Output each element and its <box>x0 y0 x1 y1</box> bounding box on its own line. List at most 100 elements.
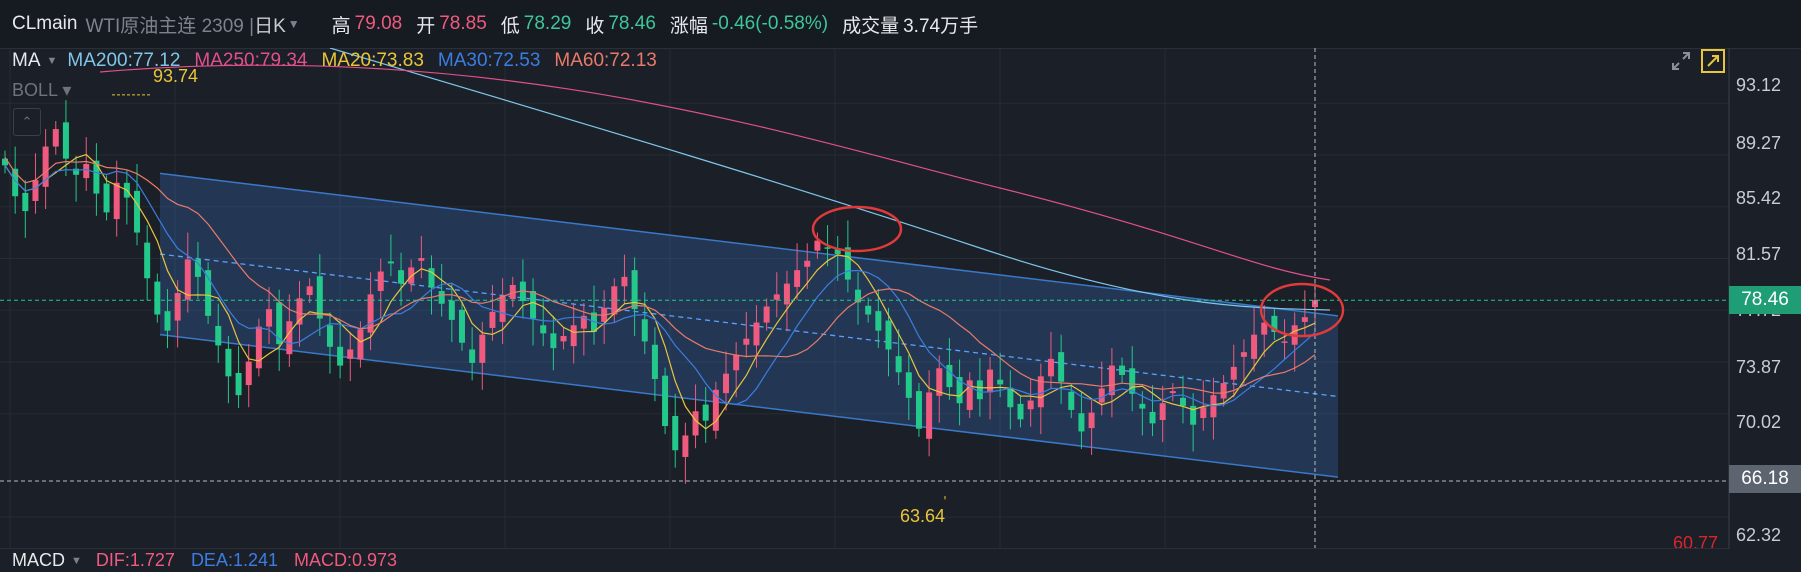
candle-body <box>844 247 851 280</box>
period-high-label: 93.74 <box>153 66 199 86</box>
price-tick: 81.57 <box>1736 244 1782 264</box>
candle-body <box>1220 383 1227 399</box>
candle-body <box>154 281 161 315</box>
price-tick: 62.32 <box>1736 525 1782 545</box>
low-value: 78.29 <box>523 13 572 34</box>
candle-body <box>1017 403 1024 420</box>
candle-body <box>905 372 912 398</box>
ma-caret-icon[interactable]: ▼ <box>47 55 58 67</box>
channel-fill <box>160 173 1338 478</box>
low-label: 低 <box>500 15 520 37</box>
volume-label: 成交量 <box>842 15 900 37</box>
candle-body <box>144 242 151 279</box>
candle-body <box>1047 358 1054 377</box>
crosshair-price-tag: 66.18 <box>1729 465 1801 493</box>
period-selector[interactable]: 日K <box>254 11 286 38</box>
candle-body <box>621 276 628 287</box>
candle-body <box>1027 400 1034 410</box>
candle-body <box>794 270 801 287</box>
candle-body <box>763 306 770 323</box>
candle-body <box>225 348 232 377</box>
macd-caret-icon[interactable]: ▼ <box>71 555 82 567</box>
candle-body <box>286 321 293 355</box>
candle-body <box>895 356 902 373</box>
candle-body <box>42 146 49 187</box>
candle-body <box>672 415 679 451</box>
macd-indicator-row: MACD ▼ DIF:1.727 DEA:1.241 MACD:0.973 <box>0 548 1730 572</box>
candle-body <box>641 319 648 342</box>
candle-body <box>22 192 29 212</box>
candle-body <box>1058 352 1065 382</box>
candle-body <box>753 322 760 346</box>
candle-body <box>682 435 689 457</box>
quote-header: CLmain WTI原油主连 2309 | 日K ▼ 高 79.08 开 78.… <box>0 0 1801 49</box>
candle-body <box>987 369 994 393</box>
candle-body <box>946 364 953 388</box>
candlestick-chart[interactable] <box>0 48 1801 548</box>
period-caret-icon[interactable]: ▼ <box>288 17 300 31</box>
candle-body <box>164 311 171 331</box>
volume-value: 3.74万手 <box>903 15 979 37</box>
candle-body <box>723 373 730 394</box>
candle-body <box>976 380 983 400</box>
candle-body <box>1169 391 1176 394</box>
candle-body <box>783 283 790 305</box>
candle-body <box>326 325 333 347</box>
candle-body <box>337 346 344 366</box>
close-label: 收 <box>585 15 605 37</box>
candle-body <box>377 271 384 292</box>
price-tick: 70.02 <box>1736 412 1782 432</box>
candle-body <box>692 411 699 436</box>
period-low-label: 63.64 <box>900 506 946 526</box>
candle-body <box>1159 403 1166 421</box>
macd-label[interactable]: MACD <box>12 550 65 571</box>
candle-body <box>1119 365 1126 375</box>
candle-body <box>550 333 557 349</box>
candle-body <box>134 190 141 233</box>
candle-body <box>1301 317 1308 322</box>
candle-body <box>215 325 222 346</box>
candle-body <box>1098 388 1105 403</box>
ma20-value: MA20:73.83 <box>321 50 424 71</box>
candle-body <box>1139 403 1146 409</box>
price-tick: 73.87 <box>1736 357 1782 377</box>
candle-body <box>997 379 1004 385</box>
price-tick: 85.42 <box>1736 188 1782 208</box>
ma60-value: MA60:72.13 <box>554 50 657 71</box>
candle-body <box>651 344 658 380</box>
candle-body <box>32 180 39 201</box>
candle-body <box>560 336 567 342</box>
candle-body <box>398 270 405 284</box>
collapse-indicators-button[interactable]: ⌃ <box>13 108 41 136</box>
candle-body <box>743 338 750 345</box>
candle-body <box>357 329 364 360</box>
ma30-value: MA30:72.53 <box>437 50 541 71</box>
candle-body <box>438 291 445 304</box>
ma-label[interactable]: MA <box>12 50 41 72</box>
candle-body <box>1149 411 1156 424</box>
current-price-tag: 78.46 <box>1729 286 1801 314</box>
candle-body <box>93 160 100 194</box>
open-value: 78.85 <box>439 13 487 34</box>
candle-body <box>255 326 262 369</box>
close-value: 78.46 <box>608 13 656 34</box>
shrink-icon[interactable] <box>1670 50 1692 72</box>
candle-body <box>865 305 872 315</box>
symbol-label[interactable]: CLmain <box>12 13 77 35</box>
fullscreen-icon[interactable] <box>1700 48 1726 74</box>
candle-body <box>1200 407 1207 418</box>
candle-body <box>347 349 354 359</box>
candle-body <box>448 300 455 320</box>
candle-body <box>540 325 547 334</box>
change-value: -0.46(-0.58%) <box>711 13 829 34</box>
macd-dea: DEA:1.241 <box>190 550 278 570</box>
candle-body <box>1088 412 1095 429</box>
candle-body <box>1007 387 1014 408</box>
candle-body <box>915 391 922 429</box>
candle-body <box>316 276 323 319</box>
boll-label[interactable]: BOLL ▾ <box>12 80 71 101</box>
candle-body <box>926 392 933 439</box>
candle-body <box>1230 366 1237 380</box>
macd-dif: DIF:1.727 <box>95 550 175 570</box>
candle-body <box>804 260 811 267</box>
